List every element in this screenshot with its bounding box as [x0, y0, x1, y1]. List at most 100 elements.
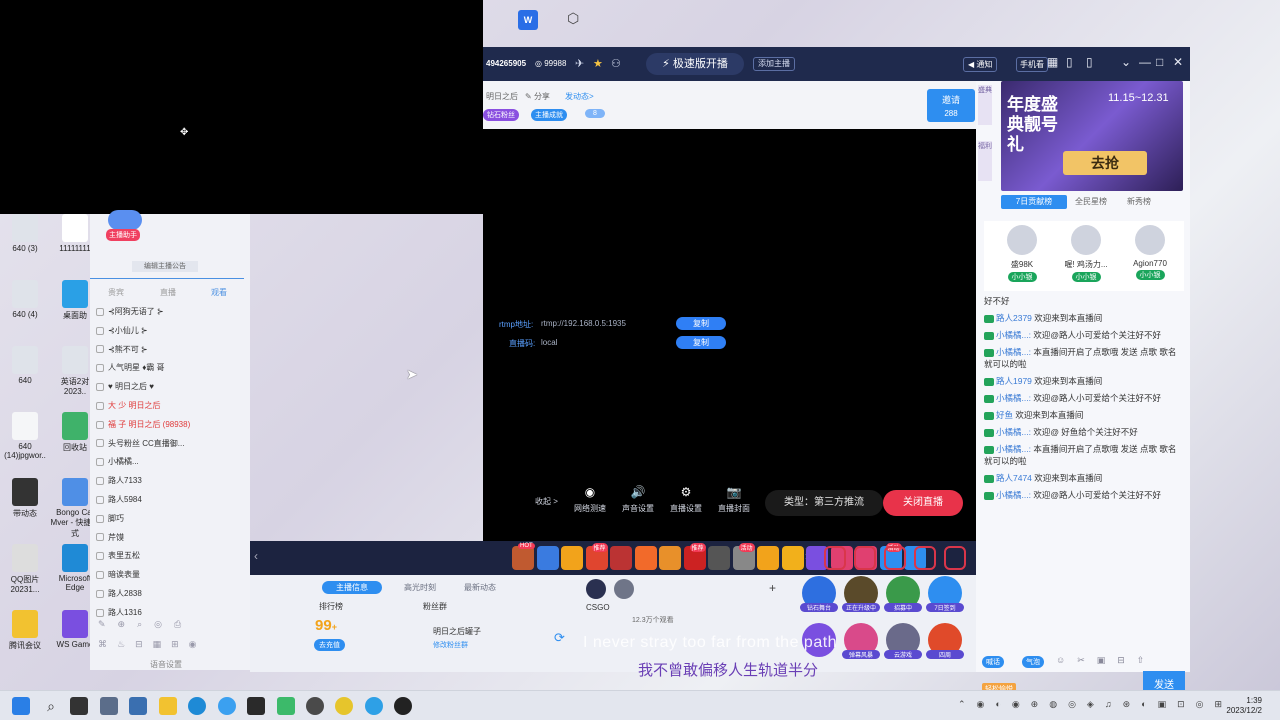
maximize-icon[interactable]: □ [1156, 55, 1163, 69]
gift-item[interactable] [561, 546, 583, 570]
gift-item[interactable]: 活动 [732, 543, 755, 570]
game-avatar[interactable] [586, 579, 606, 599]
chat-user[interactable]: 路人1979 [996, 376, 1034, 386]
window-icon[interactable]: ▯ [1066, 55, 1073, 69]
voice-settings[interactable]: 语音设置 [150, 659, 182, 670]
desktop-icon[interactable]: 640 (3) [0, 214, 50, 253]
chevron-left-icon[interactable]: ‹ [254, 549, 258, 563]
assistant-avatar[interactable] [108, 210, 142, 230]
desktop-icon[interactable]: 640 [0, 346, 50, 385]
invite-button[interactable]: 邀请 288 [927, 89, 975, 122]
audience-item[interactable]: ⊰熊不可 ⊱ [96, 342, 246, 358]
steam-icon[interactable] [394, 697, 412, 715]
activity-item[interactable]: 7日签到 [926, 576, 964, 612]
side-tab-welfare[interactable]: 福利 [978, 141, 992, 181]
audience-item[interactable]: 路人2838 [96, 586, 246, 602]
tab-newcomer[interactable]: 新秀榜 [1116, 195, 1162, 209]
chat-user[interactable]: 小橘橘...: [996, 490, 1033, 500]
activity-item[interactable]: 钻石舞台 [800, 576, 838, 612]
gift-item[interactable]: HOT [512, 543, 535, 570]
tab-7day-contrib[interactable]: 7日贡献榜 [1001, 195, 1067, 209]
search-icon[interactable]: ⌕ [42, 697, 60, 715]
tool-icon[interactable] [944, 546, 966, 570]
gift-item[interactable] [757, 546, 779, 570]
desktop-icon[interactable]: 带动态 [0, 478, 50, 519]
audience-item[interactable]: 脚巧 [96, 511, 246, 527]
control-0[interactable]: ◉ 网络测速 [570, 485, 610, 514]
audience-item[interactable]: 芹馍 [96, 530, 246, 546]
control-3[interactable]: 📷 直播封面 [714, 485, 754, 514]
wechat-icon[interactable] [277, 697, 295, 715]
audience-item[interactable]: 人气明星 ♦霸 哥 [96, 360, 246, 376]
recharge-button[interactable]: 去充值 [314, 639, 345, 651]
panel-toolbar-icons-2[interactable]: ⌘♨⊟▦⊞◉ [98, 639, 207, 650]
bubble-button[interactable]: 气泡 [1022, 656, 1044, 668]
clock[interactable]: 1:39 2023/12/2 [1226, 696, 1262, 716]
chat-user[interactable]: 小橘橘...: [996, 330, 1033, 340]
tool-icon[interactable] [854, 546, 876, 570]
gift-item[interactable] [781, 546, 804, 570]
chat-user[interactable]: 小橘橘...: [996, 347, 1033, 357]
top-contributor[interactable]: Agion770 小小银 [1120, 225, 1180, 280]
chat-user[interactable]: 路人7474 [996, 473, 1034, 483]
tool-icon[interactable] [914, 546, 936, 570]
close-live-button[interactable]: 关闭直播 [883, 490, 963, 516]
control-2[interactable]: ⚙ 直播设置 [666, 485, 706, 514]
tab-highlights[interactable]: 高光时刻 [390, 581, 450, 594]
activity-item[interactable]: 正在升级中 [842, 576, 880, 612]
box-icon[interactable]: ▯ [1086, 55, 1093, 69]
panel-toolbar-icons[interactable]: ✎⊕⌕◎⎙ [98, 619, 193, 630]
wps-word-icon[interactable]: W [518, 10, 538, 30]
minimize-icon[interactable]: — [1139, 55, 1151, 69]
tool-icon[interactable] [884, 546, 906, 570]
phone-view-button[interactable]: 手机看 [1016, 57, 1048, 72]
chat-user[interactable]: 好鱼 [996, 410, 1015, 420]
game-avatar-2[interactable] [614, 579, 634, 599]
chat-tool-icons[interactable]: ☺✂▣⊟⇧ [1056, 655, 1156, 666]
tab-latest[interactable]: 最新动态 [450, 581, 510, 594]
control-1[interactable]: 🔊 声音设置 [618, 485, 658, 514]
chat-user[interactable]: 路人2379 [996, 313, 1034, 323]
top-contributor[interactable]: 盛98K 小小银 [992, 225, 1052, 282]
audience-item[interactable]: 表里五松 [96, 548, 246, 564]
shout-button[interactable]: 喊话 [982, 656, 1004, 668]
top-contributor[interactable]: 喔! 鸡汤力... 小小银 [1056, 225, 1116, 282]
refresh-icon[interactable]: ⟳ [554, 630, 565, 646]
gift-item[interactable] [634, 546, 657, 570]
blue-app-icon[interactable] [365, 697, 383, 715]
gift-item[interactable] [610, 546, 632, 570]
chat-app-icon[interactable] [100, 697, 118, 715]
audience-item[interactable]: 头号粉丝 CC直播御... [96, 436, 246, 452]
gift-item[interactable] [536, 546, 559, 570]
folder-icon[interactable] [159, 697, 177, 715]
tab-anchor-info[interactable]: 主播信息 [322, 581, 382, 594]
edge-icon[interactable] [188, 697, 206, 715]
gift-item[interactable]: 推荐 [683, 543, 706, 570]
chat-user[interactable]: 小橘橘...: [996, 444, 1033, 454]
cc-live-icon[interactable] [218, 697, 236, 715]
store-icon[interactable] [129, 697, 147, 715]
close-icon[interactable]: ✕ [1173, 55, 1183, 69]
tab-vip[interactable]: 贵宾 [108, 287, 124, 298]
activity-item[interactable]: 招募中 [884, 576, 922, 612]
audience-item[interactable]: 路人5984 [96, 492, 246, 508]
desktop-icon[interactable]: 腾讯会议 [0, 610, 50, 651]
star-icon[interactable]: ★ [593, 57, 603, 70]
menu-icon[interactable]: ⌄ [1121, 55, 1131, 69]
edit-fan-group-link[interactable]: 修改粉丝群 [433, 640, 468, 650]
terminal-icon[interactable] [247, 697, 265, 715]
audience-item[interactable]: ⊰阿狗无语了 ⊱ [96, 304, 246, 320]
category-link[interactable]: 明日之后 [486, 91, 518, 102]
tray-icons[interactable]: ⌃◉◐◉⊕◍◎◈♫⊛◐▣⊡◎⊞ [958, 699, 1233, 710]
desktop-icon[interactable]: QQ图片20231... [0, 544, 50, 594]
achievement-badge[interactable]: 主播成就 [531, 109, 567, 121]
audience-item[interactable]: 大 少 明日之后 [96, 398, 246, 414]
audience-item[interactable]: 暗诶表量 [96, 567, 246, 583]
obs-icon[interactable] [306, 697, 324, 715]
activity-item[interactable]: 云游戏 [884, 623, 922, 659]
audience-item[interactable]: ♥ 明日之后 ♥ [96, 379, 246, 395]
add-icon[interactable]: + [769, 581, 776, 595]
banner-cta[interactable]: 去抢 [1063, 151, 1147, 175]
gift-item[interactable]: 推荐 [585, 543, 608, 570]
activity-item[interactable]: 弹幕风暴 [842, 623, 880, 659]
